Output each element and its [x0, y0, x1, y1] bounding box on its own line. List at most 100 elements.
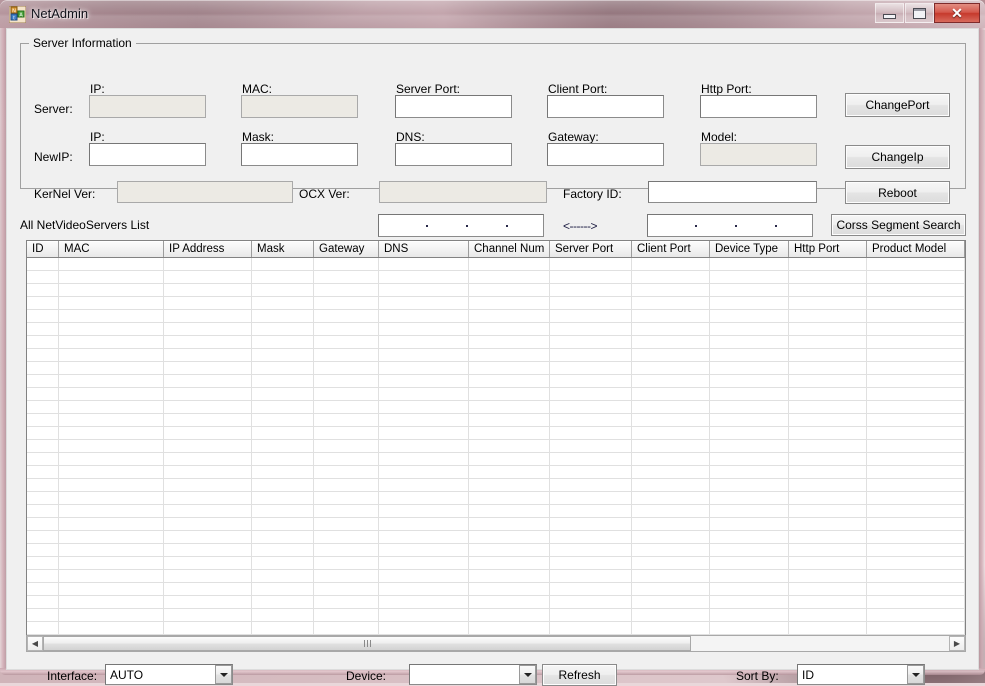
newip-model-field[interactable]	[700, 143, 817, 166]
server-mac-field[interactable]	[241, 95, 358, 118]
maximize-button[interactable]	[905, 3, 934, 23]
change-port-button[interactable]: ChangePort	[845, 93, 950, 117]
table-row[interactable]	[27, 375, 965, 388]
table-row[interactable]	[27, 401, 965, 414]
table-header-id[interactable]: ID	[27, 241, 59, 257]
interface-select[interactable]: AUTO	[105, 664, 233, 685]
column-divider	[788, 258, 789, 640]
table-header-product-model[interactable]: Product Model	[867, 241, 965, 257]
table-header-row: IDMACIP AddressMaskGatewayDNSChannel Num…	[27, 241, 965, 258]
ip-dot-1	[426, 225, 428, 227]
table-row[interactable]	[27, 492, 965, 505]
table-row[interactable]	[27, 323, 965, 336]
range-to-ip-field[interactable]	[647, 214, 813, 237]
table-row[interactable]	[27, 518, 965, 531]
close-button[interactable]: ✕	[934, 3, 980, 23]
scrollbar-track[interactable]	[43, 636, 949, 651]
change-ip-button[interactable]: ChangeIp	[845, 145, 950, 169]
title-bar[interactable]: N t A NetAdmin ✕	[0, 0, 985, 30]
table-row[interactable]	[27, 284, 965, 297]
table-row[interactable]	[27, 271, 965, 284]
table-header-channel-num[interactable]: Channel Num	[469, 241, 550, 257]
window-frame-right	[979, 28, 985, 670]
maximize-icon	[913, 8, 926, 19]
table-row[interactable]	[27, 440, 965, 453]
table-row[interactable]	[27, 557, 965, 570]
sort-by-label: Sort By:	[736, 669, 779, 683]
table-header-mac[interactable]: MAC	[59, 241, 164, 257]
interface-label: Interface:	[47, 669, 97, 683]
range-from-ip-field[interactable]	[378, 214, 544, 237]
table-row[interactable]	[27, 479, 965, 492]
table-horizontal-scrollbar[interactable]: ◀ ▶	[26, 635, 966, 652]
grip-line	[367, 640, 368, 647]
device-select[interactable]	[409, 664, 537, 685]
factory-id-field[interactable]	[648, 181, 817, 203]
table-header-dns[interactable]: DNS	[379, 241, 469, 257]
table-header-device-type[interactable]: Device Type	[710, 241, 789, 257]
table-row[interactable]	[27, 258, 965, 271]
table-row[interactable]	[27, 388, 965, 401]
table-row[interactable]	[27, 453, 965, 466]
column-divider	[709, 258, 710, 640]
app-blocks-icon: N t A	[9, 6, 26, 23]
range-arrow-label: <------>	[563, 219, 597, 233]
table-row[interactable]	[27, 531, 965, 544]
table-row[interactable]	[27, 596, 965, 609]
table-row[interactable]	[27, 362, 965, 375]
scrollbar-thumb[interactable]	[43, 636, 691, 651]
client-port-field[interactable]	[547, 95, 664, 118]
table-row[interactable]	[27, 336, 965, 349]
table-row[interactable]	[27, 349, 965, 362]
window-title: NetAdmin	[31, 6, 88, 21]
sort-by-select[interactable]: ID	[797, 664, 925, 685]
table-body[interactable]	[27, 258, 965, 640]
server-port-field[interactable]	[395, 95, 512, 118]
table-header-mask[interactable]: Mask	[252, 241, 314, 257]
newip-mask-field[interactable]	[241, 143, 358, 166]
ip-dot-6	[775, 225, 777, 227]
cross-segment-search-button[interactable]: Corss Segment Search	[831, 214, 966, 236]
table-row[interactable]	[27, 583, 965, 596]
newip-gateway-label: Gateway:	[548, 130, 599, 144]
table-row[interactable]	[27, 544, 965, 557]
table-row[interactable]	[27, 466, 965, 479]
newip-gateway-field[interactable]	[547, 143, 664, 166]
scroll-left-arrow-icon[interactable]: ◀	[27, 636, 43, 651]
server-information-title: Server Information	[29, 36, 136, 50]
table-row[interactable]	[27, 622, 965, 635]
reboot-button[interactable]: Reboot	[845, 181, 950, 204]
minimize-button[interactable]	[875, 3, 904, 23]
ip-dot-2	[466, 225, 468, 227]
svg-text:N: N	[12, 8, 16, 14]
server-ip-field[interactable]	[89, 95, 206, 118]
table-header-gateway[interactable]: Gateway	[314, 241, 379, 257]
table-row[interactable]	[27, 505, 965, 518]
minimize-icon	[883, 14, 896, 19]
scroll-right-arrow-icon[interactable]: ▶	[949, 636, 965, 651]
factory-id-label: Factory ID:	[563, 187, 622, 201]
table-row[interactable]	[27, 297, 965, 310]
ocx-version-field[interactable]	[379, 181, 547, 203]
chevron-down-icon[interactable]	[519, 665, 536, 684]
chevron-down-icon[interactable]	[907, 665, 924, 684]
column-divider	[964, 258, 965, 640]
kernel-version-field[interactable]	[117, 181, 293, 203]
table-header-client-port[interactable]: Client Port	[632, 241, 710, 257]
table-row[interactable]	[27, 609, 965, 622]
column-divider	[631, 258, 632, 640]
table-header-http-port[interactable]: Http Port	[789, 241, 867, 257]
table-row[interactable]	[27, 414, 965, 427]
table-header-server-port[interactable]: Server Port	[550, 241, 632, 257]
servers-table[interactable]: IDMACIP AddressMaskGatewayDNSChannel Num…	[26, 240, 966, 640]
table-header-ip-address[interactable]: IP Address	[164, 241, 252, 257]
newip-ip-label: IP:	[90, 130, 105, 144]
table-row[interactable]	[27, 427, 965, 440]
table-row[interactable]	[27, 310, 965, 323]
grip-line	[364, 640, 365, 647]
table-row[interactable]	[27, 570, 965, 583]
chevron-down-icon[interactable]	[215, 665, 232, 684]
newip-ip-field[interactable]	[89, 143, 206, 166]
http-port-field[interactable]	[700, 95, 817, 118]
newip-dns-field[interactable]	[395, 143, 512, 166]
